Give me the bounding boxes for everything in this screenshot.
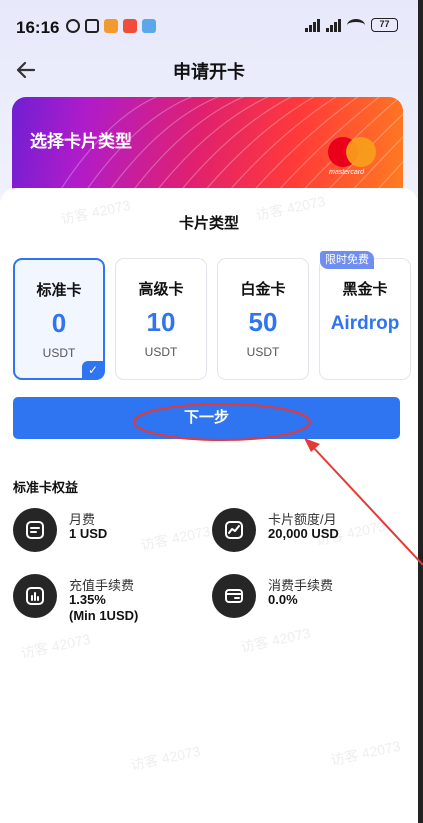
nfc-icon — [85, 19, 99, 33]
benefit-value: 1.35% — [69, 592, 106, 607]
status-time: 16:16 — [16, 18, 60, 37]
tier-name: 黑金卡 — [342, 281, 388, 298]
benefit-card-limit: 卡片额度/月 20,000 USD — [212, 508, 402, 558]
tier-name: 高级卡 — [138, 281, 184, 298]
tier-price: Airdrop — [330, 313, 400, 334]
wifi-icon — [347, 18, 365, 32]
card-overlay-title: 选择卡片类型 — [30, 132, 132, 151]
tier-standard[interactable]: 标准卡 0 USDT ✓ — [13, 258, 105, 380]
bar-chart-icon — [13, 574, 57, 618]
watermark: 访客 42073 — [329, 737, 402, 769]
mastercard-logo: mastercard — [328, 137, 382, 181]
signal-icon — [305, 18, 320, 32]
benefit-value-min: (Min 1USD) — [69, 608, 139, 623]
phone-screen: 16:16 77 申请开卡 选择卡片类型 mastercard 访客 42073… — [0, 0, 418, 823]
card-type-sheet: 访客 42073 访客 42073 访客 42073 访客 42073 访客 4… — [0, 188, 418, 823]
app-notification-icon — [123, 19, 137, 33]
tier-price: 10 — [146, 307, 176, 337]
system-icons: 77 — [305, 18, 398, 32]
app-header: 申请开卡 — [0, 50, 418, 90]
section-title: 卡片类型 — [178, 215, 239, 232]
battery-icon: 77 — [371, 18, 398, 32]
benefit-value: 1 USD — [69, 526, 108, 541]
benefit-value: 20,000 USD — [268, 526, 339, 541]
free-badge: 限时免费 — [320, 251, 374, 269]
tier-unit: USDT — [42, 346, 76, 360]
screen-edge — [418, 0, 423, 823]
wallet-icon — [212, 574, 256, 618]
benefit-value: 0.0% — [268, 592, 298, 607]
app-notification-icon — [142, 19, 156, 33]
benefit-monthly-fee: 月费 1 USD — [13, 508, 203, 558]
tier-price: 0 — [51, 308, 67, 338]
benefit-spending-fee: 消费手续费 0.0% — [212, 574, 402, 624]
tier-unit: USDT — [246, 345, 280, 359]
tier-name: 白金卡 — [240, 281, 286, 298]
monthly-fee-icon — [13, 508, 57, 552]
tier-unit: USDT — [144, 345, 178, 359]
tier-name: 标准卡 — [36, 282, 82, 299]
next-step-button[interactable]: 下一步 — [13, 397, 400, 439]
tier-black-gold[interactable]: 黑金卡 Airdrop — [319, 258, 411, 380]
watermark: 访客 42073 — [239, 624, 312, 656]
tier-advanced[interactable]: 高级卡 10 USDT — [115, 258, 207, 380]
watermark: 访客 42073 — [129, 742, 202, 774]
check-icon: ✓ — [82, 361, 104, 379]
signal-icon — [326, 18, 341, 32]
app-notification-icon — [104, 19, 118, 33]
chart-line-icon — [212, 508, 256, 552]
tier-price: 50 — [248, 307, 278, 337]
page-title: 申请开卡 — [173, 62, 245, 82]
benefits-title: 标准卡权益 — [13, 480, 79, 495]
benefit-topup-fee: 充值手续费 1.35% (Min 1USD) — [13, 574, 203, 638]
alarm-icon — [66, 19, 80, 33]
notification-icons — [66, 19, 156, 33]
tier-platinum[interactable]: 白金卡 50 USDT — [217, 258, 309, 380]
